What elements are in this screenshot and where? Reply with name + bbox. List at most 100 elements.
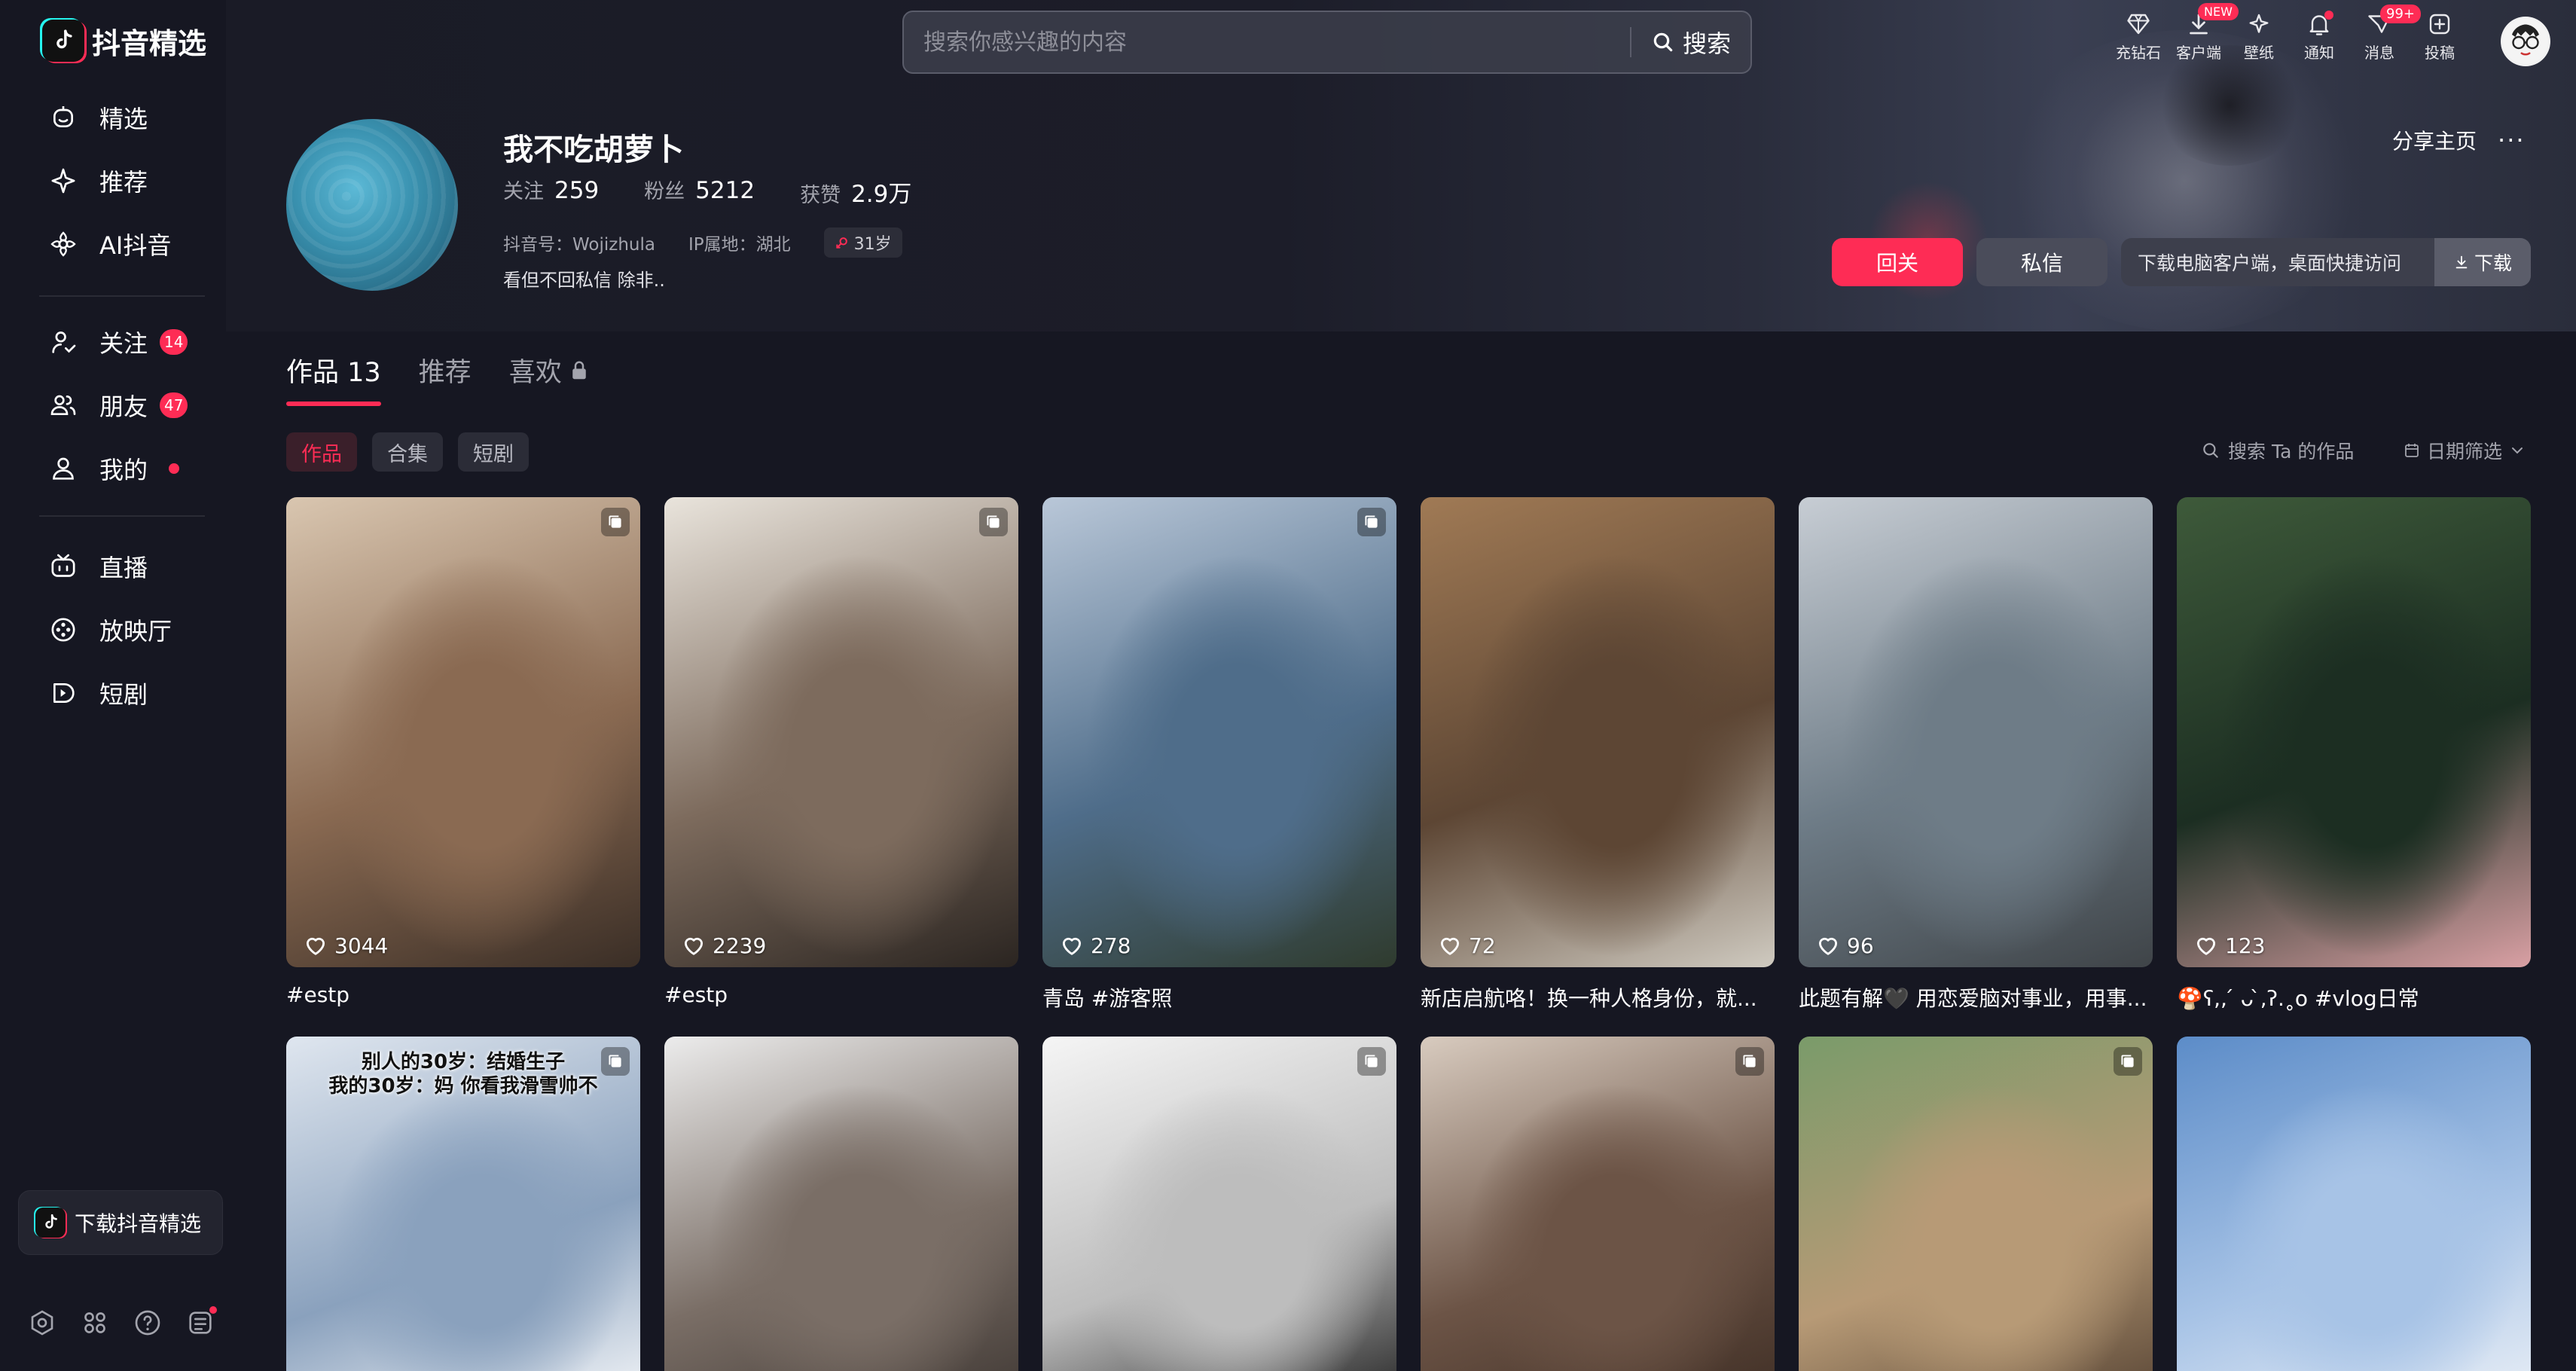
video-thumbnail[interactable]: 96 bbox=[1799, 497, 2153, 967]
messages-button[interactable]: 99+ 消息 bbox=[2359, 5, 2421, 63]
download-app-button[interactable]: 下载抖音精选 bbox=[18, 1190, 223, 1255]
app-title: 抖音精选 bbox=[92, 26, 207, 60]
help-icon[interactable] bbox=[133, 1308, 163, 1338]
video-thumbnail[interactable]: 3044 bbox=[286, 497, 640, 967]
tab-likes[interactable]: 喜欢 bbox=[509, 351, 591, 405]
tab-recommend[interactable]: 推荐 bbox=[419, 351, 472, 405]
video-thumbnail[interactable]: 123 bbox=[2177, 497, 2531, 967]
app-logo[interactable]: 抖音精选 bbox=[42, 20, 206, 62]
video-thumbnail[interactable] bbox=[664, 1037, 1018, 1371]
wallpaper-icon bbox=[2249, 14, 2269, 33]
client-download-button[interactable]: NEW 客户端 bbox=[2176, 3, 2239, 63]
chip-works[interactable]: 作品 bbox=[286, 432, 357, 472]
featured-icon bbox=[48, 102, 78, 133]
nav-item-ai-douyin[interactable]: AI抖音 bbox=[33, 212, 206, 276]
profile-name: 我不吃胡萝卜 bbox=[503, 133, 684, 167]
video-thumbnail[interactable] bbox=[1421, 1037, 1775, 1371]
more-options-icon[interactable]: ··· bbox=[2498, 126, 2526, 154]
video-caption[interactable]: 新店启航咯！换一种人格身份，就... bbox=[1421, 982, 1775, 1012]
nav-item-short-drama[interactable]: 短剧 bbox=[33, 661, 206, 725]
heart-icon bbox=[306, 937, 325, 955]
video-card[interactable]: 278 青岛 #游客照 bbox=[1042, 497, 1396, 1012]
desktop-download-button[interactable]: 下载 bbox=[2434, 238, 2531, 286]
stat-value: 2.9万 bbox=[851, 181, 912, 208]
followers-stat[interactable]: 粉丝 5212 bbox=[644, 175, 755, 209]
share-area: 分享主页 ··· bbox=[2392, 125, 2526, 155]
desktop-download-label: 下载 bbox=[2474, 252, 2512, 274]
nav-item-me[interactable]: 我的 bbox=[33, 437, 206, 500]
private-message-button[interactable]: 私信 bbox=[1976, 238, 2107, 286]
date-filter-dropdown[interactable]: 日期筛选 bbox=[2403, 437, 2526, 464]
video-card[interactable]: 2239 #estp bbox=[664, 497, 1018, 1007]
feedback-icon[interactable] bbox=[185, 1306, 217, 1338]
age-label: 31岁 bbox=[853, 235, 892, 254]
video-card[interactable]: 123 🍄ʕ,, ́ ᴗ ̀,ʔ.˳o #vlog日常 bbox=[2177, 497, 2531, 1012]
nav-label: 关注 bbox=[99, 329, 148, 358]
nav-label: 朋友 bbox=[99, 392, 148, 421]
settings-icon[interactable] bbox=[27, 1308, 57, 1338]
nav-item-cinema[interactable]: 放映厅 bbox=[33, 598, 206, 661]
messages-count-badge: 99+ bbox=[2380, 5, 2421, 23]
video-card[interactable]: 3044 #estp bbox=[286, 497, 640, 1007]
video-card[interactable] bbox=[2177, 1037, 2531, 1371]
video-thumbnail[interactable]: 别人的30岁：结婚生子 我的30岁：妈 你看我滑雪帅不 bbox=[286, 1037, 640, 1371]
video-caption[interactable]: #estp bbox=[286, 982, 640, 1007]
like-count-value: 2239 bbox=[713, 933, 767, 958]
profile-avatar[interactable] bbox=[286, 119, 458, 291]
cinema-icon bbox=[48, 615, 78, 645]
douyin-logo-icon bbox=[35, 1208, 66, 1238]
video-card[interactable] bbox=[1799, 1037, 2153, 1371]
tab-label: 推荐 bbox=[418, 358, 472, 388]
video-card[interactable] bbox=[1421, 1037, 1775, 1371]
user-avatar[interactable] bbox=[2501, 17, 2550, 66]
video-caption[interactable]: #estp bbox=[664, 982, 1018, 1007]
video-thumbnail[interactable] bbox=[1042, 1037, 1396, 1371]
nav-item-featured[interactable]: 精选 bbox=[33, 86, 206, 149]
lock-icon bbox=[572, 361, 586, 379]
like-count: 123 bbox=[2193, 933, 2265, 958]
search-input[interactable] bbox=[904, 12, 1630, 72]
notification-button[interactable]: 通知 bbox=[2299, 11, 2339, 63]
nav-item-follow[interactable]: 关注 14 bbox=[33, 310, 206, 374]
follow-back-button[interactable]: 回关 bbox=[1832, 238, 1963, 286]
multi-image-icon bbox=[601, 1047, 630, 1076]
recharge-diamond-button[interactable]: 充钻石 bbox=[2116, 11, 2161, 63]
search-button-label: 搜索 bbox=[1682, 29, 1731, 58]
share-profile-button[interactable]: 分享主页 bbox=[2392, 125, 2477, 155]
video-thumbnail[interactable] bbox=[1799, 1037, 2153, 1371]
like-count: 278 bbox=[1059, 933, 1131, 958]
tab-works[interactable]: 作品 13 bbox=[286, 351, 381, 406]
video-thumbnail[interactable] bbox=[2177, 1037, 2531, 1371]
video-caption[interactable]: 青岛 #游客照 bbox=[1042, 982, 1396, 1012]
heart-icon bbox=[1062, 937, 1082, 955]
nav-item-live[interactable]: 直播 bbox=[33, 535, 206, 598]
video-caption[interactable]: 此题有解🖤 用恋爱脑对事业，用事... bbox=[1799, 982, 2153, 1012]
feedback-dot bbox=[209, 1306, 217, 1314]
video-caption[interactable]: 🍄ʕ,, ́ ᴗ ̀,ʔ.˳o #vlog日常 bbox=[2177, 982, 2531, 1012]
like-count: 3044 bbox=[303, 933, 388, 958]
stat-key: 粉丝 bbox=[644, 180, 685, 203]
search-button[interactable]: 搜索 bbox=[1631, 25, 1750, 60]
nav-item-recommend[interactable]: 推荐 bbox=[33, 149, 206, 212]
wallpaper-button[interactable]: 壁纸 bbox=[2239, 11, 2279, 63]
nav-group-media: 直播 放映厅 短剧 bbox=[33, 535, 206, 725]
search-works-button[interactable]: 搜索 Ta 的作品 bbox=[2201, 437, 2354, 464]
video-card[interactable]: 72 新店启航咯！换一种人格身份，就... bbox=[1421, 497, 1775, 1012]
nav-label: 放映厅 bbox=[99, 617, 172, 646]
chip-collections[interactable]: 合集 bbox=[372, 432, 443, 472]
nav-item-friends[interactable]: 朋友 47 bbox=[33, 374, 206, 437]
video-card[interactable]: 别人的30岁：结婚生子 我的30岁：妈 你看我滑雪帅不 bbox=[286, 1037, 640, 1371]
video-card[interactable] bbox=[664, 1037, 1018, 1371]
video-card[interactable] bbox=[1042, 1037, 1396, 1371]
chip-short-drama[interactable]: 短剧 bbox=[458, 432, 529, 472]
video-thumbnail[interactable]: 72 bbox=[1421, 497, 1775, 967]
age-chip: 31岁 bbox=[823, 227, 902, 258]
following-stat[interactable]: 关注 259 bbox=[503, 175, 599, 209]
nav-label: 短剧 bbox=[99, 680, 148, 709]
upload-button[interactable]: 投稿 bbox=[2419, 11, 2460, 63]
ai-icon bbox=[48, 229, 78, 259]
video-card[interactable]: 96 此题有解🖤 用恋爱脑对事业，用事... bbox=[1799, 497, 2153, 1012]
video-thumbnail[interactable]: 278 bbox=[1042, 497, 1396, 967]
video-thumbnail[interactable]: 2239 bbox=[664, 497, 1018, 967]
apps-icon[interactable] bbox=[80, 1308, 110, 1338]
